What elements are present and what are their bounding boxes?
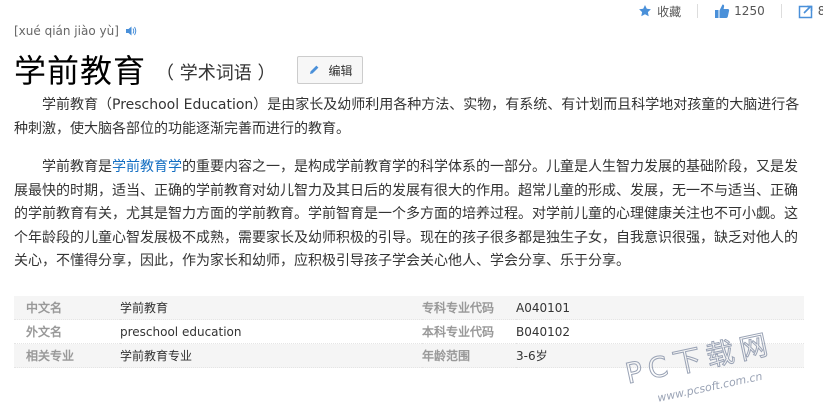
table-row: 外文名 preschool education 本科专业代码 B040102 (14, 320, 804, 344)
entry-header: 学前教育 （ 学术词语 ） 编辑 (14, 46, 364, 92)
body-paragraph: 学前教育是学前教育学的重要内容之一，是构成学前教育学的科学体系的一部分。儿童是人… (14, 156, 804, 274)
toolbar-divider (780, 4, 782, 18)
info-value: 学前教育 (120, 301, 169, 315)
edit-button[interactable]: 编辑 (297, 56, 364, 84)
info-key: 专科专业代码 (422, 301, 495, 315)
edit-label: 编辑 (328, 63, 353, 78)
info-key: 中文名 (26, 301, 63, 315)
pinyin-row: [xué qián jiào yù] (14, 24, 137, 38)
summary-paragraph: 学前教育（Preschool Education）是由家长及幼师利用各种方法、实… (14, 97, 800, 137)
watermark-url: www.pcsoft.com.cn (656, 370, 763, 404)
pinyin-text: [xué qián jiào yù] (14, 24, 119, 38)
info-key: 相关专业 (26, 349, 75, 363)
page-subtitle: （ 学术词语 ） (156, 63, 276, 84)
pencil-icon (308, 64, 320, 76)
entry-toolbar: 收藏 1250 88 (627, 0, 823, 22)
toolbar-divider (697, 4, 699, 18)
info-key: 外文名 (26, 325, 63, 339)
basic-info-table: 中文名 学前教育 专科专业代码 A040101 外文名 preschool ed… (14, 296, 804, 368)
page-title: 学前教育 (14, 52, 147, 90)
share-icon (798, 3, 814, 19)
share-count: 88 (817, 4, 823, 18)
paragraph-prefix: 学前教育是 (42, 159, 112, 175)
share-button[interactable]: 88 (798, 3, 823, 19)
thumbs-up-icon (714, 3, 730, 19)
table-row: 相关专业 学前教育专业 年龄范围 3-6岁 (14, 343, 804, 368)
paragraph-suffix: 的重要内容之一，是构成学前教育学的科学体系的一部分。儿童是人生智力发展的基础阶段… (14, 159, 798, 269)
preschool-pedagogy-link[interactable]: 学前教育学 (112, 159, 182, 175)
table-row: 中文名 学前教育 专科专业代码 A040101 (14, 296, 804, 320)
like-button[interactable]: 1250 (714, 3, 765, 19)
like-count: 1250 (734, 4, 765, 18)
info-value: 3-6岁 (516, 349, 548, 363)
info-key: 年龄范围 (422, 349, 471, 363)
info-value: A040101 (516, 300, 571, 315)
star-icon (637, 3, 653, 19)
info-value: B040102 (516, 324, 571, 339)
info-key: 本科专业代码 (422, 325, 495, 339)
speaker-icon[interactable] (125, 25, 137, 37)
favorite-label: 收藏 (657, 4, 682, 19)
favorite-button[interactable]: 收藏 (637, 3, 681, 20)
info-value: 学前教育专业 (120, 349, 193, 363)
info-value: preschool education (120, 324, 242, 339)
